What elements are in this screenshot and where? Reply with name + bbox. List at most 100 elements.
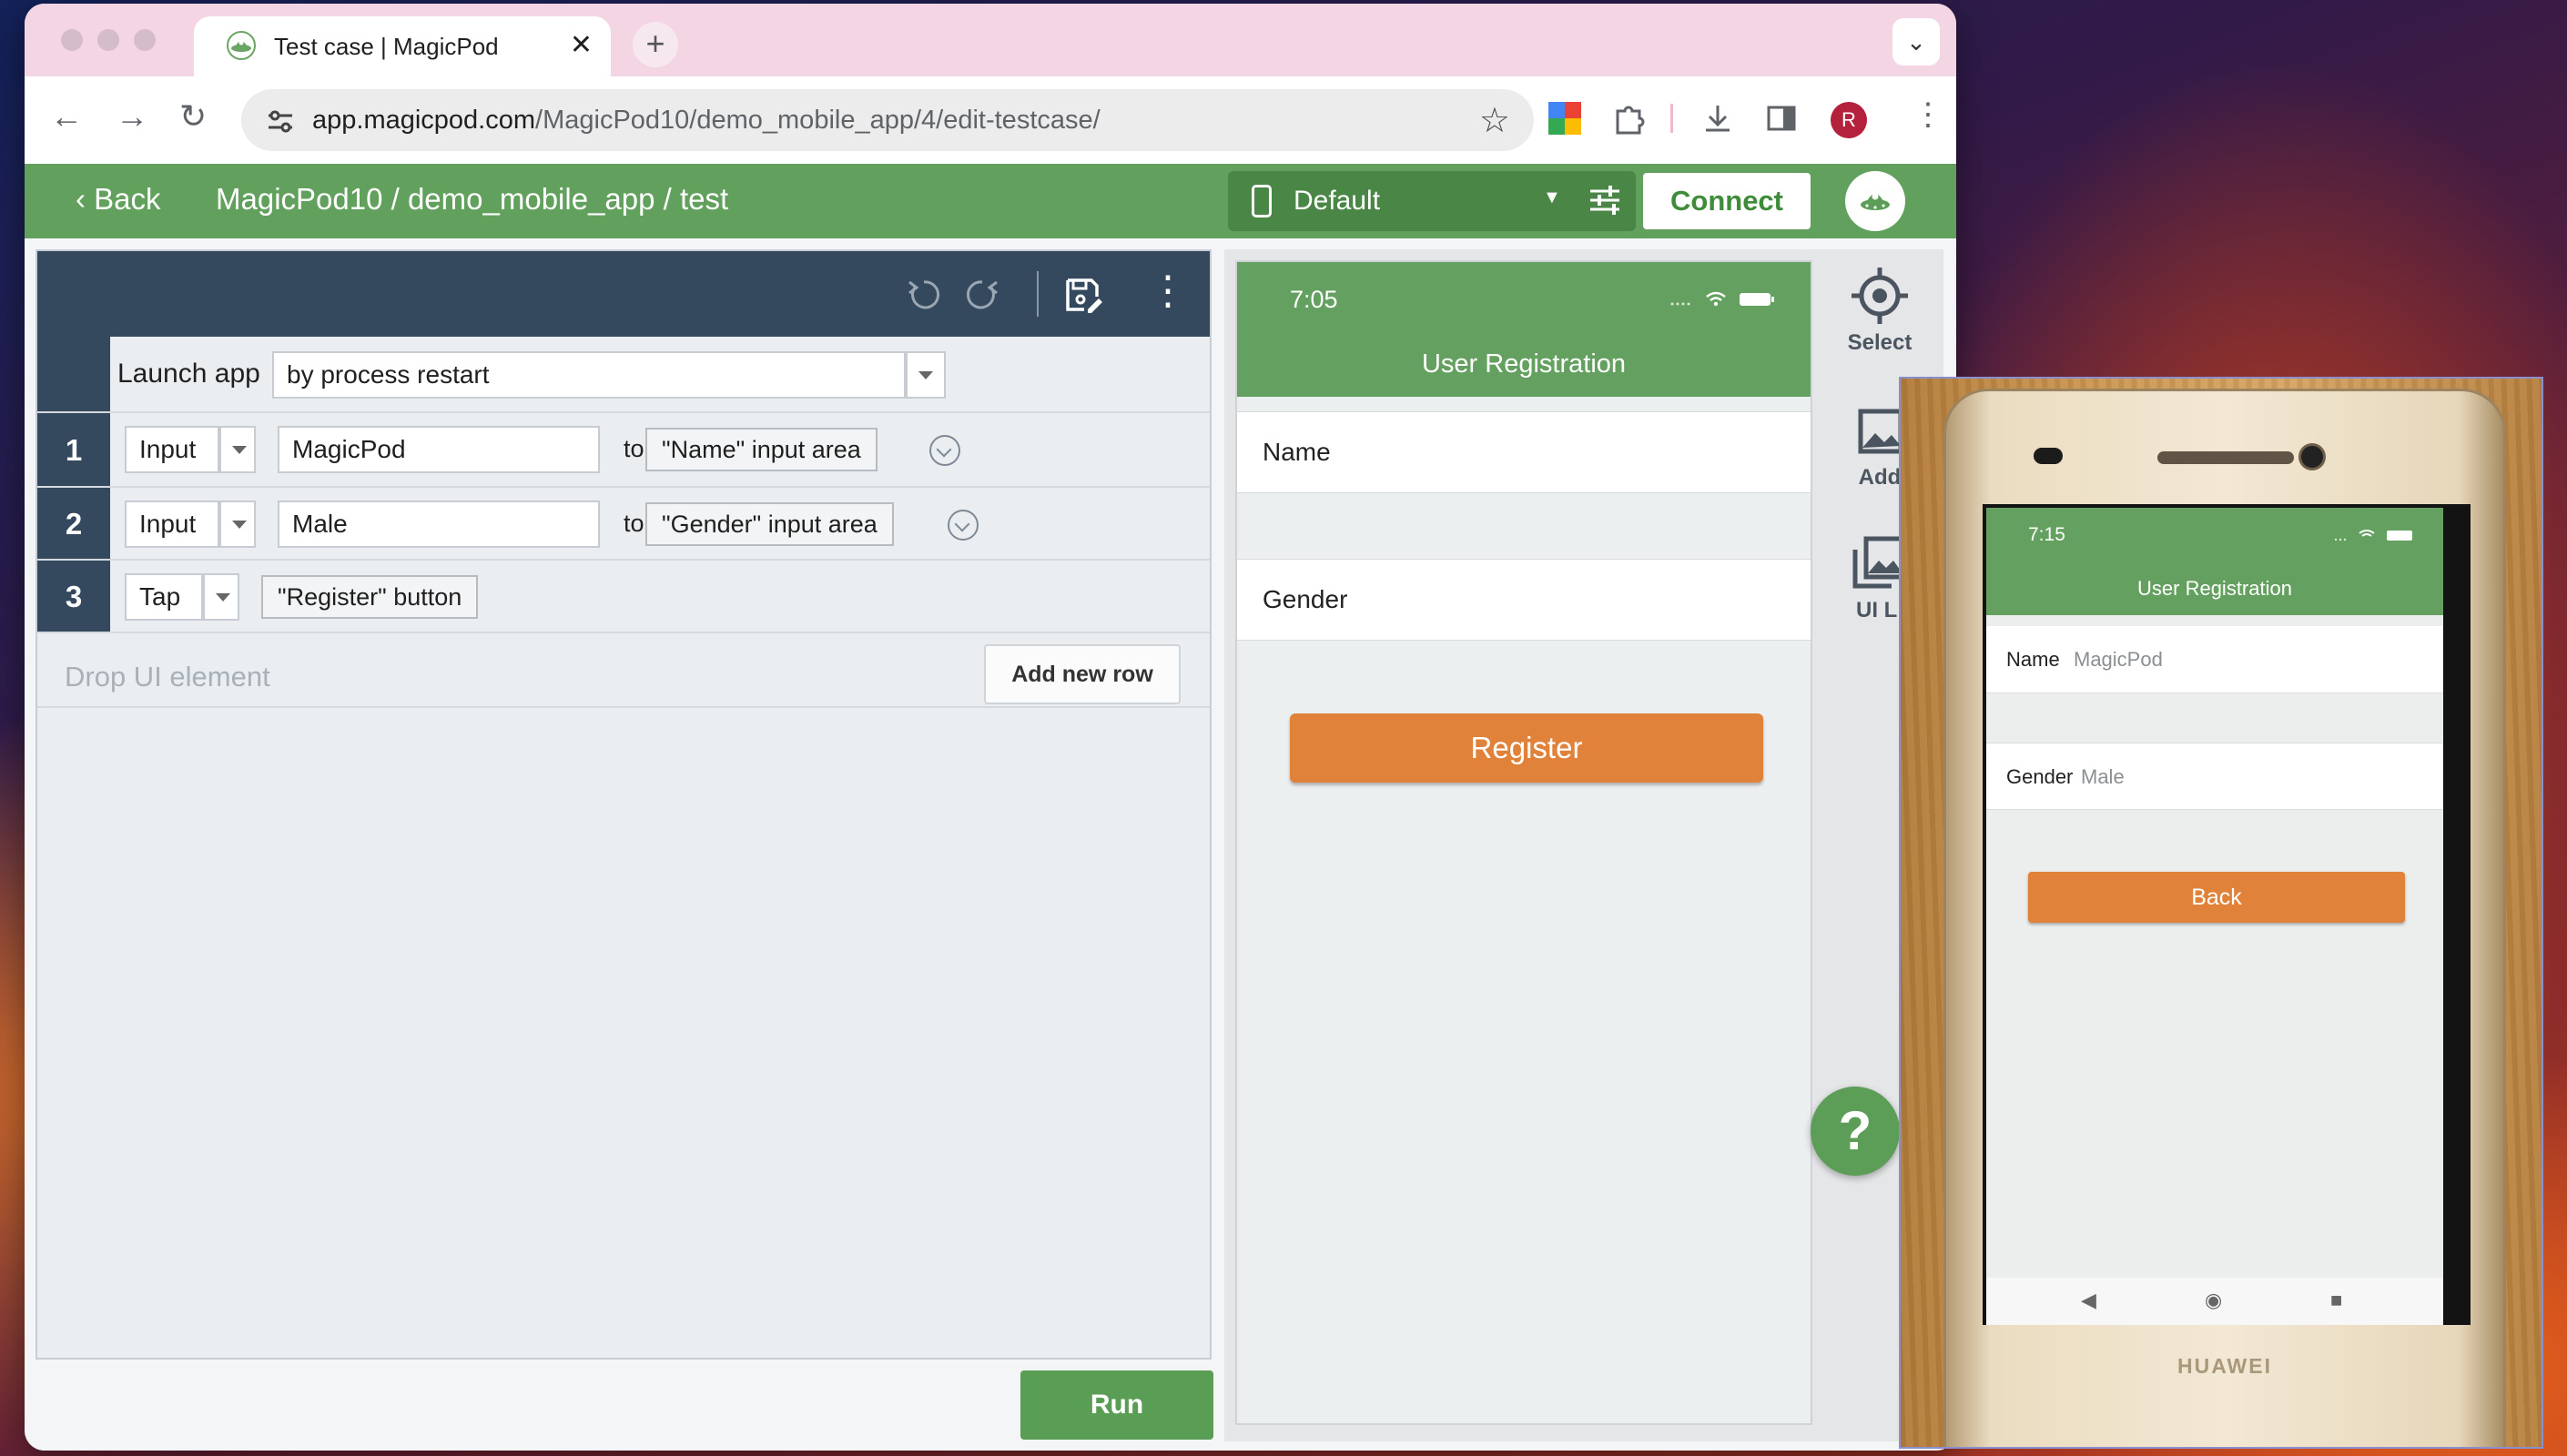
new-tab-button[interactable]: +: [633, 22, 678, 67]
step-number: 3: [37, 561, 110, 632]
step-row-1[interactable]: 1 Input MagicPod to "Name" input area: [37, 413, 1210, 488]
profile-avatar[interactable]: R: [1831, 102, 1867, 138]
step-target-chip[interactable]: "Gender" input area: [645, 502, 894, 546]
tab-search-chevron-icon[interactable]: ⌄: [1892, 18, 1940, 66]
step-action-select[interactable]: Input: [125, 426, 219, 473]
phone-app-header: 7:15 User Registration: [1986, 508, 2443, 615]
window-close-control[interactable]: [61, 29, 83, 51]
step-number: 1: [37, 413, 110, 486]
toolbar-divider: [1670, 104, 1673, 133]
redo-icon[interactable]: [960, 273, 1004, 317]
magicpod-logo-icon: [1861, 193, 1890, 210]
more-options-icon[interactable]: ⋮: [1148, 266, 1188, 317]
drop-ui-element-row[interactable]: Drop UI element Add new row: [37, 633, 1210, 708]
phone-app-title: User Registration: [2137, 577, 2292, 600]
action-dropdown-icon[interactable]: [219, 426, 256, 473]
side-panel-icon[interactable]: [1763, 100, 1800, 136]
device-preview-pane: 7:05 User Registration Name Gender Regis…: [1224, 249, 1943, 1441]
preview-gender-field[interactable]: Gender: [1237, 559, 1811, 641]
launch-mode-dropdown-icon[interactable]: [906, 351, 946, 399]
phone-gender-value: Male: [2081, 765, 2125, 788]
phone-body: 7:15 User Registration Name MagicPod Gen…: [1946, 391, 2503, 1447]
step-row-3[interactable]: 3 Tap "Register" button: [37, 561, 1210, 633]
step-value-input[interactable]: MagicPod: [278, 426, 600, 473]
device-select-value: Default: [1294, 186, 1381, 216]
editor-toolbar: ⋮: [37, 251, 1210, 337]
preview-register-button[interactable]: Register: [1290, 713, 1763, 783]
gender-field-label: Gender: [1263, 585, 1348, 613]
action-dropdown-icon[interactable]: [203, 573, 239, 621]
app-header: ‹ Back MagicPod10 / demo_mobile_app / te…: [25, 164, 1956, 238]
preview-name-field[interactable]: Name: [1237, 411, 1811, 493]
status-bar-icons: [1670, 291, 1774, 307]
forward-arrow-icon[interactable]: →: [116, 98, 148, 135]
reload-icon[interactable]: ↻: [179, 98, 207, 135]
drop-ui-element-placeholder: Drop UI element: [65, 661, 270, 693]
back-link[interactable]: ‹ Back: [76, 182, 161, 217]
site-settings-icon[interactable]: [265, 106, 296, 136]
connect-button[interactable]: Connect: [1643, 173, 1811, 229]
nav-home-icon: ◉: [2205, 1289, 2223, 1311]
undo-icon[interactable]: [902, 273, 946, 317]
step-connector-text: to: [624, 435, 644, 462]
window-zoom-control[interactable]: [134, 29, 156, 51]
launch-mode-select[interactable]: by process restart: [272, 351, 906, 399]
window-minimize-control[interactable]: [97, 29, 119, 51]
phone-nav-bar: ◀ ◉ ■: [1986, 1278, 2443, 1325]
download-icon[interactable]: [1699, 100, 1736, 136]
phone-status-time: 7:15: [2028, 524, 2065, 545]
add-new-row-button[interactable]: Add new row: [984, 644, 1181, 704]
status-time: 7:05: [1290, 286, 1338, 313]
caret-down-icon: ▼: [1543, 187, 1561, 207]
phone-status-icons: [2334, 530, 2412, 541]
help-button[interactable]: ?: [1811, 1087, 1900, 1176]
breadcrumb[interactable]: MagicPod10 / demo_mobile_app / test: [216, 182, 728, 217]
workspace: ⋮ Launch app by process restart 1 Input …: [25, 238, 1956, 1451]
url-text[interactable]: app.magicpod.com/MagicPod10/demo_mobile_…: [312, 106, 1101, 136]
browser-menu-icon[interactable]: ⋮: [1913, 96, 1943, 133]
name-field-label: Name: [1263, 438, 1331, 466]
device-settings-sliders-icon[interactable]: [1587, 182, 1623, 218]
browser-window: Test case | MagicPod ✕ + ⌄ ← → ↻ app.mag…: [25, 4, 1956, 1451]
google-translate-extension-icon[interactable]: [1547, 100, 1583, 136]
phone-back-button: Back: [2028, 872, 2405, 923]
step-target-chip[interactable]: "Register" button: [261, 575, 479, 619]
step-action-select[interactable]: Tap: [125, 573, 203, 621]
bookmark-star-icon[interactable]: ☆: [1479, 100, 1510, 141]
phone-app-screen: 7:15 User Registration Name MagicPod Gen…: [1986, 508, 2443, 1278]
address-bar[interactable]: app.magicpod.com/MagicPod10/demo_mobile_…: [241, 89, 1534, 151]
action-dropdown-icon[interactable]: [219, 500, 256, 548]
step-action-select[interactable]: Input: [125, 500, 219, 548]
phone-name-label: Name: [2006, 648, 2060, 671]
step-connector-text: to: [624, 510, 644, 537]
step-row-2[interactable]: 2 Input Male to "Gender" input area: [37, 488, 1210, 561]
device-screen[interactable]: 7:05 User Registration Name Gender Regis…: [1235, 260, 1812, 1425]
phone-screen: 7:15 User Registration Name MagicPod Gen…: [1983, 504, 2471, 1325]
app-screen-title: User Registration: [1421, 349, 1627, 379]
crosshair-target-icon: [1852, 268, 1908, 324]
expand-step-icon[interactable]: [929, 435, 960, 466]
browser-tab-active[interactable]: Test case | MagicPod ✕: [194, 16, 611, 76]
select-tool[interactable]: Select: [1825, 266, 1934, 356]
run-button[interactable]: Run: [1020, 1370, 1213, 1440]
phone-gender-label: Gender: [2006, 765, 2074, 788]
step-target-chip[interactable]: "Name" input area: [645, 428, 878, 471]
account-menu-button[interactable]: [1845, 171, 1905, 231]
phone-gender-field: Gender Male: [1986, 743, 2443, 810]
step-number: 2: [37, 488, 110, 559]
step-value-input[interactable]: Male: [278, 500, 600, 548]
phone-name-field: Name MagicPod: [1986, 626, 2443, 693]
launch-app-row: Launch app by process restart: [37, 337, 1210, 413]
phone-proximity-sensor: [2034, 448, 2063, 464]
extensions-puzzle-icon[interactable]: [1610, 100, 1647, 136]
launch-app-label: Launch app: [117, 359, 260, 389]
save-edit-icon[interactable]: [1060, 273, 1104, 317]
expand-step-icon[interactable]: [948, 510, 979, 541]
nav-recent-apps-icon: ■: [2330, 1289, 2343, 1311]
device-select[interactable]: Default ▼: [1228, 171, 1636, 231]
tab-title: Test case | MagicPod: [274, 33, 499, 60]
magicpod-favicon-icon: [227, 31, 256, 60]
tab-close-icon[interactable]: ✕: [570, 29, 593, 61]
back-arrow-icon[interactable]: ←: [50, 98, 83, 135]
smartphone-icon: [1252, 185, 1272, 217]
